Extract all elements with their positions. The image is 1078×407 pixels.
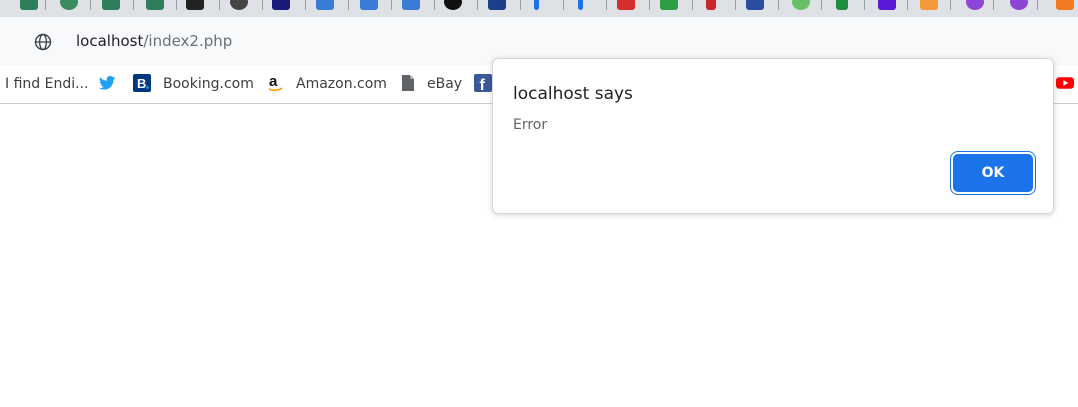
twitter-icon[interactable]	[98, 74, 116, 92]
file-icon[interactable]	[399, 74, 417, 92]
tab-favicon[interactable]	[316, 0, 334, 10]
tab-favicon[interactable]	[792, 0, 810, 10]
tab-separator	[1037, 0, 1038, 10]
globe-icon[interactable]	[34, 33, 52, 51]
youtube-icon[interactable]	[1056, 74, 1074, 92]
tab-separator	[864, 0, 865, 10]
url-text[interactable]: localhost/index2.php	[76, 31, 232, 51]
svg-text:f: f	[480, 77, 486, 92]
tab-favicon[interactable]	[230, 0, 248, 10]
bookmark-item[interactable]: eBay	[427, 74, 462, 94]
tab-separator	[778, 0, 779, 10]
tab-favicon[interactable]	[617, 0, 635, 10]
tab-favicon[interactable]	[444, 0, 462, 10]
tab-separator	[133, 0, 134, 10]
tab-separator	[262, 0, 263, 10]
tab-separator	[950, 0, 951, 10]
tab-separator	[45, 0, 46, 10]
tab-favicon[interactable]	[186, 0, 204, 10]
tab-separator	[434, 0, 435, 10]
facebook-icon[interactable]: f	[474, 74, 492, 92]
tab-favicon[interactable]	[534, 0, 539, 10]
ok-button[interactable]: OK	[953, 154, 1033, 192]
tab-favicon[interactable]	[878, 0, 896, 10]
tab-favicon[interactable]	[1056, 0, 1074, 10]
tab-separator	[219, 0, 220, 10]
dialog-message: Error	[513, 117, 548, 133]
url-host: localhost	[76, 32, 144, 50]
tab-favicon[interactable]	[20, 0, 38, 10]
tab-separator	[477, 0, 478, 10]
tab-favicon[interactable]	[60, 0, 78, 10]
tab-favicon[interactable]	[578, 0, 583, 10]
tab-separator	[520, 0, 521, 10]
tab-favicon[interactable]	[660, 0, 678, 10]
tab-favicon[interactable]	[146, 0, 164, 10]
tab-separator	[348, 0, 349, 10]
tab-favicon[interactable]	[272, 0, 290, 10]
amazon-icon[interactable]: a	[267, 74, 285, 92]
tab-separator	[821, 0, 822, 10]
tab-favicon[interactable]	[920, 0, 938, 10]
bookmark-item[interactable]: I find Endi...	[5, 74, 88, 94]
tab-favicon[interactable]	[488, 0, 506, 10]
alert-dialog: localhost says Error OK	[492, 58, 1054, 214]
tab-separator	[907, 0, 908, 10]
tab-separator	[563, 0, 564, 10]
tab-favicon[interactable]	[402, 0, 420, 10]
tab-favicon[interactable]	[102, 0, 120, 10]
tab-separator	[606, 0, 607, 10]
dialog-title: localhost says	[513, 84, 633, 104]
tab-favicon[interactable]	[1010, 0, 1028, 10]
tab-separator	[692, 0, 693, 10]
tab-favicon[interactable]	[706, 0, 716, 10]
svg-text:B: B	[137, 76, 146, 91]
tab-separator	[391, 0, 392, 10]
tab-separator	[90, 0, 91, 10]
tab-favicon[interactable]	[746, 0, 764, 10]
tab-favicon[interactable]	[836, 0, 848, 10]
tab-separator	[993, 0, 994, 10]
tab-favicon[interactable]	[360, 0, 378, 10]
bookmark-item[interactable]: Booking.com	[163, 74, 254, 94]
tab-separator	[649, 0, 650, 10]
booking-icon[interactable]: B	[133, 74, 151, 92]
tab-separator	[305, 0, 306, 10]
bookmark-item[interactable]: Amazon.com	[296, 74, 387, 94]
tab-favicon[interactable]	[966, 0, 984, 10]
tab-separator	[735, 0, 736, 10]
svg-text:a: a	[269, 74, 278, 90]
tab-separator	[176, 0, 177, 10]
tab-strip[interactable]	[0, 0, 1078, 17]
url-path: /index2.php	[143, 32, 233, 50]
